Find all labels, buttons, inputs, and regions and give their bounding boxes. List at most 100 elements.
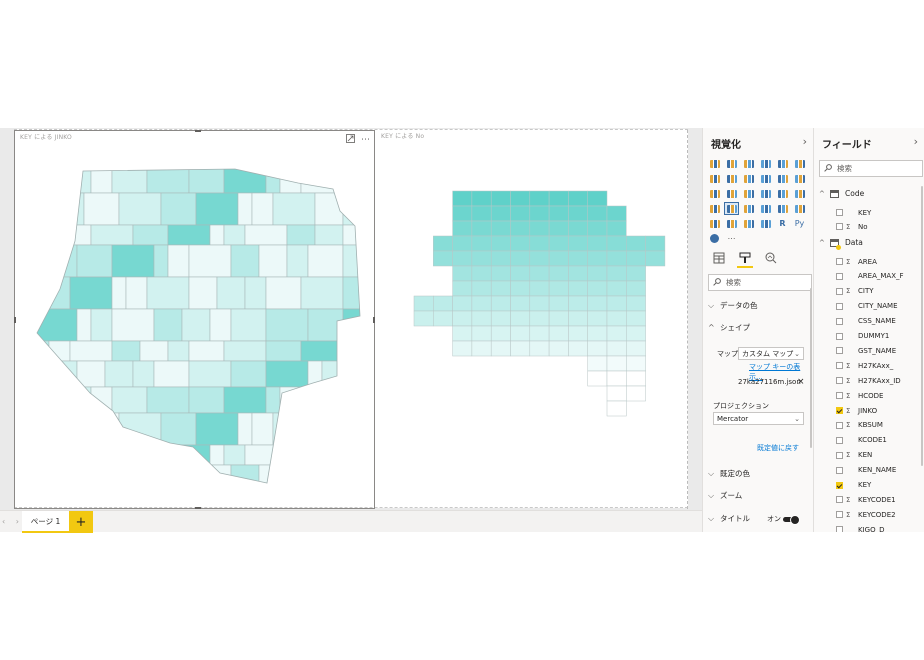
kpi-icon[interactable] [708,218,721,229]
map-region[interactable] [188,167,225,194]
map-region[interactable] [342,412,371,446]
map-region[interactable] [223,386,267,414]
map-region[interactable] [83,192,120,226]
resize-handle-top[interactable] [195,130,201,132]
map-region[interactable] [258,244,288,278]
grid-cell[interactable] [529,235,550,252]
table-icon[interactable] [742,218,755,229]
map-region[interactable] [118,192,162,226]
map-region[interactable] [209,444,225,466]
map-region[interactable] [251,412,274,446]
grid-cell[interactable] [606,325,627,342]
grid-cell[interactable] [490,325,511,342]
field-h27kaxx_[interactable]: Σ H27KAxx_ [814,358,924,373]
clustered-bar-icon[interactable] [742,158,755,169]
field-hcode[interactable]: Σ HCODE [814,388,924,403]
map-region[interactable] [76,308,92,342]
map-region[interactable] [188,360,232,388]
resize-handle-left[interactable] [14,317,16,323]
map-region[interactable] [265,340,302,362]
fields-tab-icon[interactable] [711,252,727,268]
field-h27kaxx_id[interactable]: Σ H27KAxx_ID [814,373,924,388]
remove-map-icon[interactable]: × [797,377,805,387]
field-gst_name[interactable]: GST_NAME [814,343,924,358]
field-checkbox[interactable] [836,466,843,474]
map-region[interactable] [342,386,371,414]
map-region[interactable] [258,464,288,497]
add-page-button[interactable]: + [69,511,93,533]
100-column-icon[interactable] [793,158,806,169]
grid-cell[interactable] [510,190,531,207]
grid-cell[interactable] [626,325,646,342]
map-region[interactable] [300,386,344,414]
funnel-icon[interactable] [742,203,755,214]
map-region[interactable] [35,464,78,497]
grid-cell[interactable] [471,265,492,282]
map-region[interactable] [244,276,267,310]
map-region[interactable] [314,444,344,466]
line-column-icon[interactable] [759,173,772,184]
field-checkbox[interactable] [836,362,843,370]
grid-cell[interactable] [606,235,627,252]
grid-cell[interactable] [490,220,511,237]
grid-cell[interactable] [490,235,511,252]
arcgis-icon[interactable] [708,233,721,244]
pie-icon[interactable] [742,188,755,199]
grid-cell[interactable] [510,340,531,357]
field-checkbox[interactable] [836,481,843,489]
grid-cell[interactable] [452,325,473,342]
reset-default-link[interactable]: 既定値に戻す [757,443,799,453]
map-region[interactable] [118,412,162,446]
choropleth-map[interactable] [15,131,376,510]
field-ken_name[interactable]: KEN_NAME [814,463,924,478]
map-region[interactable] [272,192,316,226]
map-region[interactable] [230,244,260,278]
field-key[interactable]: KEY [814,205,924,220]
map-region[interactable] [265,308,309,342]
field-checkbox[interactable] [836,377,843,385]
grid-cell[interactable] [568,280,588,297]
grid-cell[interactable] [471,250,492,267]
grid-cell[interactable] [548,280,569,297]
map-region[interactable] [286,464,309,497]
map-region[interactable] [76,464,113,497]
grid-cell[interactable] [587,265,608,282]
map-region[interactable] [153,360,190,388]
grid-cell[interactable] [452,265,473,282]
grid-cell[interactable] [568,190,588,207]
map-region[interactable] [35,412,64,446]
grid-cell[interactable] [471,205,492,222]
map-region[interactable] [314,224,344,246]
analytics-tab-icon[interactable] [763,252,779,268]
grid-cell[interactable] [471,220,492,237]
grid-cell[interactable] [626,265,646,282]
grid-cell[interactable] [606,280,627,297]
title-toggle[interactable] [783,515,800,525]
grid-cell[interactable] [510,235,531,252]
grid-cell[interactable] [645,235,666,252]
grid-cell[interactable] [626,250,646,267]
ribbon-icon[interactable] [793,173,806,184]
card-icon[interactable] [776,203,789,214]
map-region[interactable] [153,308,183,342]
grid-cell[interactable] [606,370,627,387]
map-region[interactable] [286,444,316,466]
python-visual-icon[interactable]: Py [793,218,806,229]
map-region[interactable] [244,224,288,246]
grid-cell[interactable] [490,205,511,222]
map-region[interactable] [265,386,281,414]
map-region[interactable] [307,244,344,278]
field-checkbox[interactable] [836,332,843,340]
section-default-colors[interactable]: ⌵ 既定の色 [703,468,813,479]
map-region[interactable] [307,360,323,388]
pane-scrollbar[interactable] [921,186,923,466]
grid-cell[interactable] [529,295,550,312]
grid-cell[interactable] [548,190,569,207]
grid-cell[interactable] [587,355,608,372]
grid-cell[interactable] [548,250,569,267]
pane-scrollbar[interactable] [810,288,812,448]
field-checkbox[interactable] [836,421,843,429]
map-icon[interactable] [793,188,806,199]
grid-cell[interactable] [452,250,473,267]
field-checkbox[interactable] [836,272,843,280]
